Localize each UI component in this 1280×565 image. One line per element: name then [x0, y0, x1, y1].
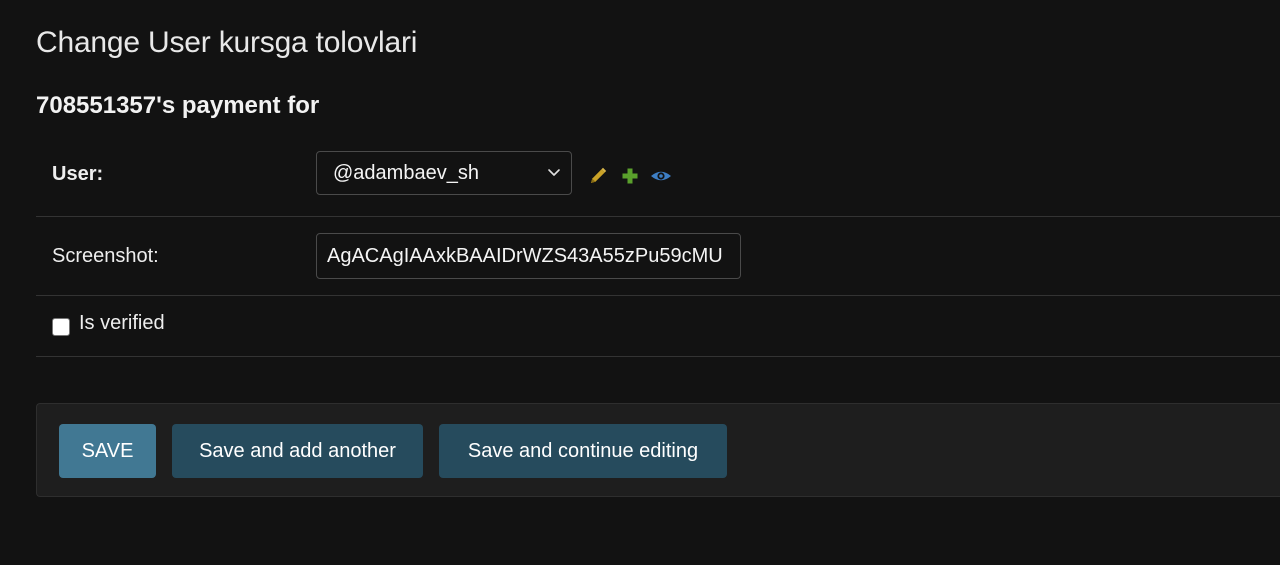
is-verified-label[interactable]: Is verified — [79, 312, 165, 335]
save-and-add-another-button[interactable]: Save and add another — [172, 424, 423, 478]
save-and-continue-button[interactable]: Save and continue editing — [439, 424, 727, 478]
user-label: User: — [52, 163, 104, 185]
pencil-icon[interactable] — [588, 166, 608, 186]
save-button[interactable]: SAVE — [59, 424, 156, 478]
user-select[interactable]: @adambaev_sh — [316, 151, 572, 195]
page-title: Change User kursga tolovlari — [36, 26, 418, 59]
submit-row: SAVE Save and add another Save and conti… — [36, 403, 1280, 497]
chevron-down-icon — [548, 169, 560, 176]
object-heading: 708551357's payment for — [36, 92, 320, 119]
form-row-user: User: @adambaev_sh — [36, 140, 1280, 217]
user-select-value: @adambaev_sh — [333, 162, 479, 184]
screenshot-input[interactable]: AgACAgIAAxkBAAIDrWZS43A55zPu59cMU — [316, 233, 741, 279]
form-row-screenshot: Screenshot: AgACAgIAAxkBAAIDrWZS43A55zPu… — [36, 217, 1280, 296]
is-verified-checkbox[interactable] — [52, 318, 70, 336]
form-row-is-verified: Is verified — [36, 296, 1280, 357]
plus-icon[interactable] — [620, 166, 640, 186]
eye-icon[interactable] — [650, 166, 672, 186]
screenshot-label: Screenshot: — [52, 245, 159, 267]
change-form-page: Change User kursga tolovlari 708551357's… — [0, 0, 1280, 565]
